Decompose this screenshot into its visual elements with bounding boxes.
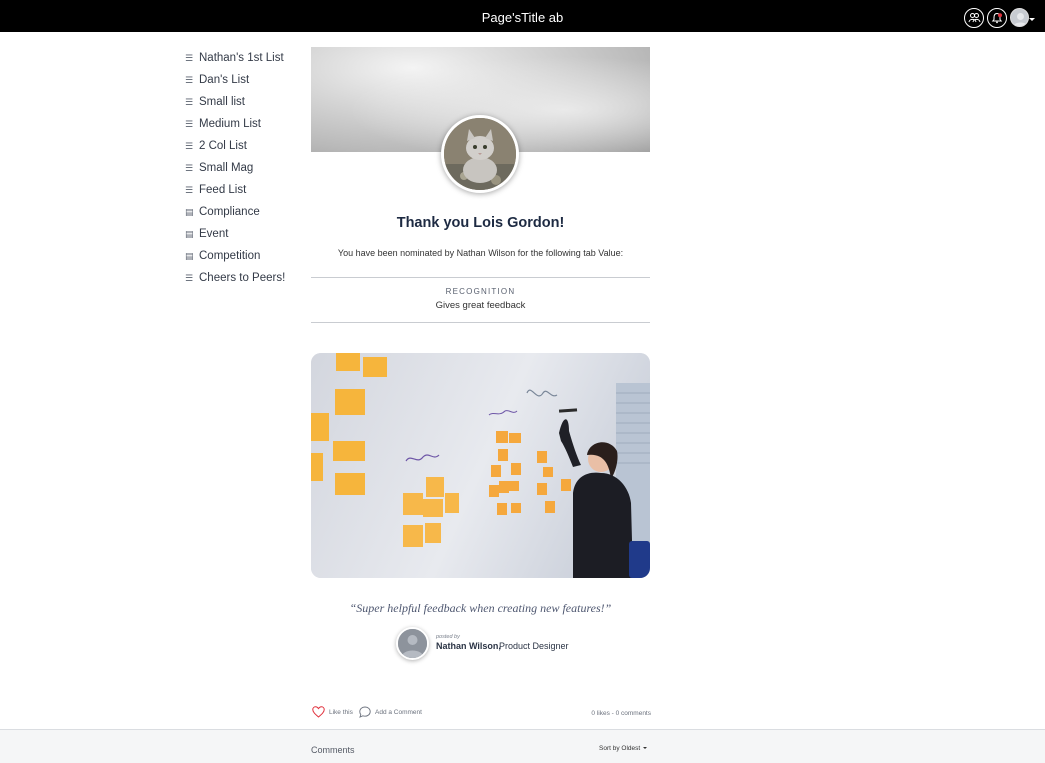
user-avatar[interactable]	[1010, 8, 1029, 27]
sidebar-item-label: Small list	[199, 96, 246, 108]
comments-heading: Comments	[311, 745, 355, 755]
document-icon: ▤	[185, 250, 194, 261]
comments-section: Comments Sort by Oldest	[0, 729, 1045, 763]
heart-icon	[312, 706, 325, 718]
sidebar-item-label: Feed List	[199, 184, 247, 196]
list-icon: ☰	[185, 52, 194, 63]
document-icon: ▤	[185, 228, 194, 239]
sidebar-item-label: Medium List	[199, 118, 261, 130]
sidebar-item-2-col-list[interactable]: ☰ 2 Col List	[185, 135, 295, 157]
sidebar-item-label: Event	[199, 228, 229, 240]
likes-comments-count: 0 likes - 0 comments	[591, 710, 651, 717]
sidebar-item-label: Dan's List	[199, 74, 250, 86]
nomination-text: You have been nominated by Nathan Wilson…	[337, 248, 624, 258]
list-icon: ☰	[185, 162, 194, 173]
posted-by-label: posted by	[436, 634, 460, 640]
sidebar-item-feed-list[interactable]: ☰ Feed List	[185, 179, 295, 201]
top-bar: Page'sTitle ab	[0, 0, 1045, 32]
add-comment-label: Add a Comment	[375, 708, 422, 716]
list-icon: ☰	[185, 96, 194, 107]
sidebar-item-label: Compliance	[199, 206, 260, 218]
comment-icon	[359, 706, 371, 718]
profile-photo	[441, 115, 519, 193]
list-icon: ☰	[185, 74, 194, 85]
people-icon[interactable]	[964, 8, 984, 28]
sort-dropdown[interactable]: Sort by Oldest	[599, 745, 648, 752]
nomination-post: Thank you Lois Gordon! You have been nom…	[311, 47, 651, 718]
value-label: RECOGNITION	[445, 287, 516, 296]
list-icon: ☰	[185, 272, 194, 283]
divider	[311, 322, 650, 323]
sidebar-item-small-list[interactable]: ☰ Small list	[185, 91, 295, 113]
sidebar-item-nathans-1st-list[interactable]: ☰ Nathan's 1st List	[185, 47, 295, 69]
chevron-down-icon[interactable]	[1029, 18, 1035, 21]
sidebar-item-competition[interactable]: ▤ Competition	[185, 245, 295, 267]
sidebar-item-cheers-to-peers[interactable]: ☰ Cheers to Peers!	[185, 267, 295, 289]
like-button[interactable]: Like this	[312, 706, 353, 718]
divider	[311, 277, 650, 278]
list-icon: ☰	[185, 140, 194, 151]
sidebar-item-label: Small Mag	[199, 162, 254, 174]
sidebar-item-compliance[interactable]: ▤ Compliance	[185, 201, 295, 223]
chevron-down-icon	[643, 747, 648, 750]
sort-label: Sort by Oldest	[599, 745, 641, 752]
author-name[interactable]: Nathan Wilson,	[436, 641, 501, 651]
author-avatar[interactable]	[396, 627, 429, 660]
like-label: Like this	[329, 708, 353, 716]
post-actions: Like this Add a Comment 0 likes - 0 comm…	[312, 706, 651, 722]
post-heading: Thank you Lois Gordon!	[396, 215, 565, 231]
sidebar-item-small-mag[interactable]: ☰ Small Mag	[185, 157, 295, 179]
author-role: Product Designer	[499, 641, 569, 651]
testimonial-quote: “Super helpful feedback when creating ne…	[349, 601, 612, 615]
bell-icon[interactable]	[987, 8, 1007, 28]
document-icon: ▤	[185, 206, 194, 217]
post-photo	[311, 353, 650, 578]
sidebar-item-event[interactable]: ▤ Event	[185, 223, 295, 245]
sidebar-item-label: Nathan's 1st List	[199, 52, 284, 64]
sidebar-item-label: Cheers to Peers!	[199, 272, 286, 284]
sidebar-item-medium-list[interactable]: ☰ Medium List	[185, 113, 295, 135]
page-title: Page'sTitle ab	[481, 10, 564, 25]
sidebar-item-label: 2 Col List	[199, 140, 247, 152]
add-comment-button[interactable]: Add a Comment	[359, 706, 422, 718]
sidebar-item-dans-list[interactable]: ☰ Dan's List	[185, 69, 295, 91]
list-icon: ☰	[185, 118, 194, 129]
sidebar-nav: ☰ Nathan's 1st List ☰ Dan's List ☰ Small…	[185, 47, 295, 289]
value-text: Gives great feedback	[435, 300, 526, 311]
sidebar-item-label: Competition	[199, 250, 261, 262]
list-icon: ☰	[185, 184, 194, 195]
